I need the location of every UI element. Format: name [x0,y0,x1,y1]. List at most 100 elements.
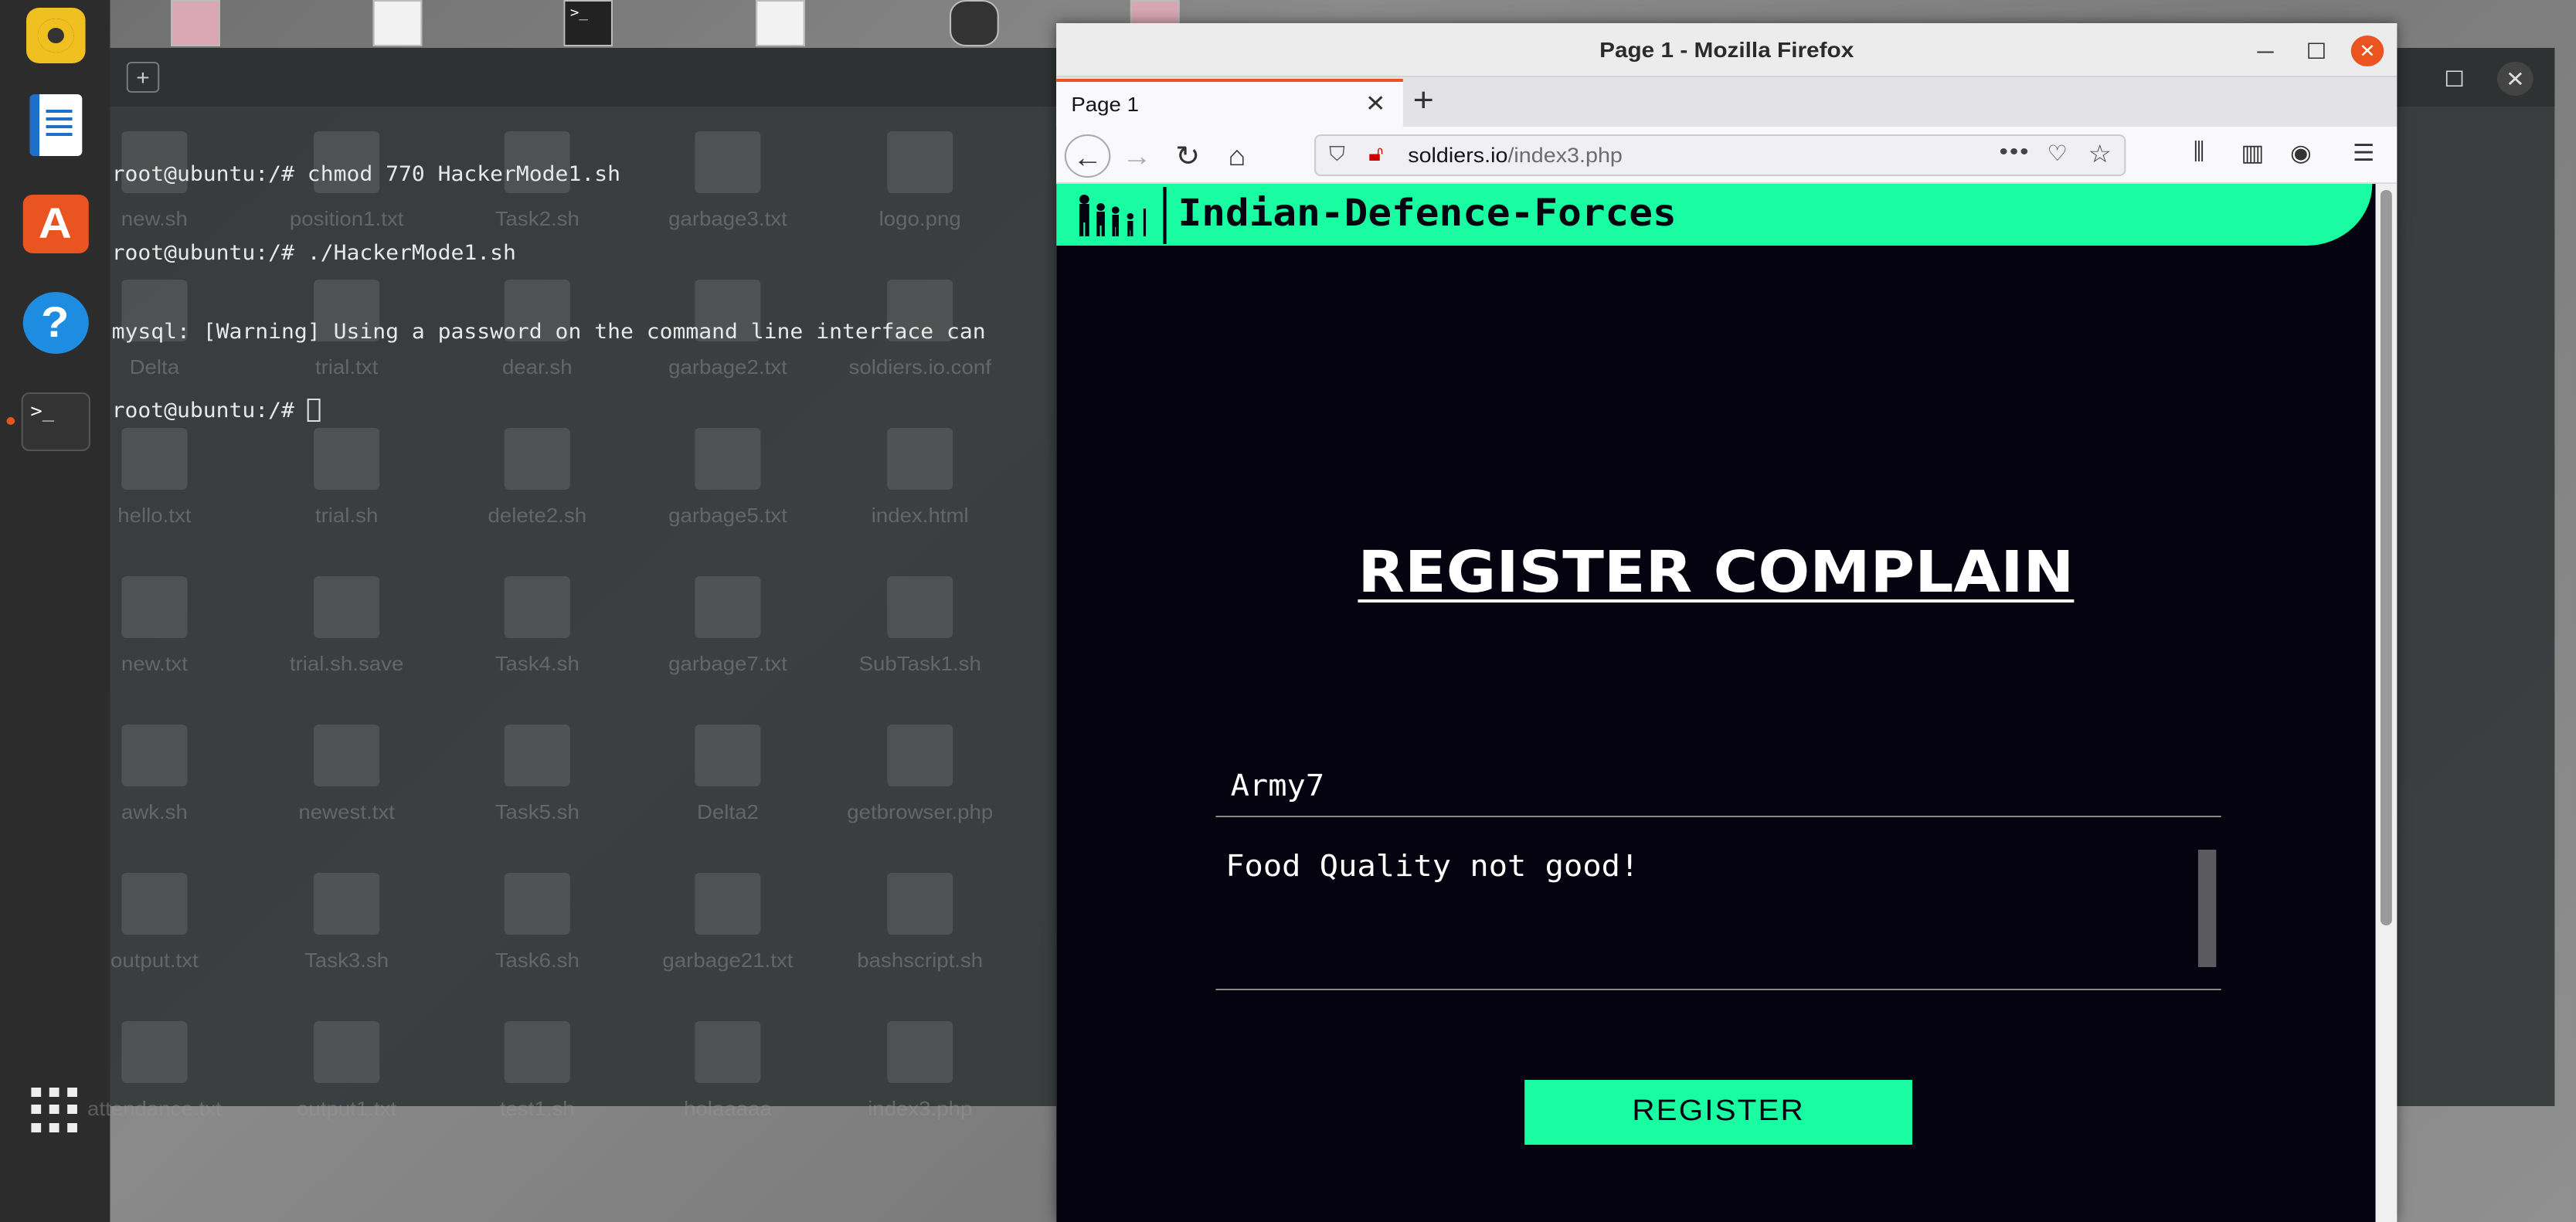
desktop-file-icon[interactable] [121,576,188,638]
desktop-file-icon[interactable] [887,576,953,638]
desktop-file-label: awk.sh [121,800,188,823]
desktop-file-icon[interactable] [314,725,380,786]
desktop-file-icon[interactable] [887,725,953,786]
terminal-prompt-line: root@ubuntu:/# [112,399,1057,425]
terminal-maximize-button[interactable]: ☐ [2436,62,2472,96]
register-button[interactable]: REGISTER [1524,1080,1912,1145]
desktop-file-icon[interactable] [887,1021,953,1083]
desktop-file-icon[interactable] [504,725,570,786]
form-title: REGISTER COMPLAIN [1358,539,2075,606]
terminal-close-button[interactable]: ✕ [2496,62,2534,96]
desktop-file-icon[interactable] [504,1021,570,1083]
dock-libreoffice-writer[interactable] [18,90,92,159]
page-scroll-thumb[interactable] [2380,190,2392,925]
pocket-icon[interactable]: ♡ [2047,141,2068,167]
insecure-lock-icon[interactable]: 🔓︎ [1368,141,1383,167]
firefox-titlebar[interactable]: Page 1 - Mozilla Firefox ─ ☐ ✕ [1056,23,2398,77]
desktop-file-label: index.html [871,504,969,527]
desktop-file-label: new.txt [121,652,188,675]
firefox-window[interactable]: Page 1 - Mozilla Firefox ─ ☐ ✕ Page 1 ✕ … [1056,23,2398,1222]
navigation-toolbar: ← → ↻ ⌂ ⛉ 🔓︎ soldiers.io/index3.php ••• … [1056,127,2398,184]
desktop-file-label: SubTask1.sh [858,652,981,675]
reload-icon[interactable]: ↻ [1165,134,1212,178]
dock-help[interactable]: ? [18,287,92,357]
desktop-file-icon[interactable] [121,725,188,786]
page-scrollbar[interactable] [2375,184,2398,1222]
dock-rhythmbox[interactable] [18,0,92,70]
tracking-shield-icon[interactable]: ⛉ [1329,142,1345,167]
desktop-thumbnail[interactable] [949,0,999,46]
desktop-file-label: trial.sh [314,504,379,527]
desktop-file-label: newest.txt [298,800,395,823]
dock: A ? >_ [0,0,110,1222]
desktop-file-icon[interactable] [887,873,953,935]
maximize-button[interactable]: ☐ [2300,36,2333,66]
desktop-file-icon[interactable] [504,873,570,935]
desktop-file-label: bashscript.sh [857,949,984,972]
desktop-file-label: Task6.sh [494,949,579,972]
terminal-icon: >_ [20,392,90,450]
url-bar[interactable]: ⛉ 🔓︎ soldiers.io/index3.php ••• ♡ ☆ [1314,134,2126,176]
url-host: soldiers.io [1408,144,1508,167]
url-text[interactable]: soldiers.io/index3.php [1408,144,1623,167]
page-actions-icon[interactable]: ••• [2000,139,2031,165]
desktop-file-icon[interactable] [121,873,188,935]
desktop-file-icon[interactable] [314,1021,380,1083]
desktop-file-label: Task3.sh [304,949,389,972]
terminal-line: root@ubuntu:/# ./HackerMode1.sh [111,243,516,266]
desktop-thumbnail[interactable] [372,0,423,46]
desktop-file-label: trial.sh.save [289,652,404,675]
complaint-textarea[interactable]: Food Quality not good! [1215,844,2221,990]
library-icon[interactable]: ⫼ [2194,139,2205,165]
desktop-file-label: index3.php [868,1097,973,1120]
desktop-file-label: output1.txt [297,1097,397,1120]
desktop-file-icon[interactable] [314,576,380,638]
document-writer-icon [29,93,82,155]
terminal-prompt: root@ubuntu:/# [111,400,308,423]
forward-icon[interactable]: → [1114,134,1161,178]
desktop-file-label: attendance.txt [87,1097,222,1120]
desktop-file-icon[interactable] [121,1021,188,1083]
back-icon[interactable]: ← [1064,134,1111,178]
desktop-thumbnail[interactable]: >_ [563,0,613,46]
desktop-thumbnail[interactable] [171,0,220,46]
screen: >_ A ? >_ + ☐ ✕ new.sh position1.txt Tas… [0,0,2576,1222]
desktop-file-label: hello.txt [117,504,192,527]
sidebar-icon[interactable]: ▥ [2241,139,2264,167]
rhythmbox-icon [25,7,85,63]
desktop-file-icon[interactable] [504,576,570,638]
textarea-scrollbar[interactable] [2197,850,2217,967]
desktop-file-label: holaaaaa [684,1097,772,1120]
minimize-button[interactable]: ─ [2249,36,2282,66]
terminal-output[interactable]: root@ubuntu:/# chmod 770 HackerMode1.sh … [112,110,1057,477]
dock-terminal[interactable]: >_ [18,386,92,456]
window-close-button[interactable]: ✕ [2350,36,2384,66]
web-page: Indian-Defence-Forces REGISTER COMPLAIN … [1056,184,2376,1222]
desktop-file-label: delete2.sh [488,504,587,527]
tab-page-1[interactable]: Page 1 ✕ [1056,79,1403,127]
site-header: Indian-Defence-Forces [1056,184,2373,246]
tab-close-icon[interactable]: ✕ [1365,90,1386,117]
desktop-file-label: output.txt [110,949,199,972]
active-app-indicator [6,417,15,425]
desktop-file-label: Task5.sh [494,800,579,823]
account-icon[interactable]: ◉ [2290,139,2312,167]
desktop-thumbnail[interactable] [756,0,805,46]
desktop-file-icon[interactable] [695,1021,761,1083]
soldier-name-input[interactable] [1215,755,2221,817]
desktop-file-icon[interactable] [695,873,761,935]
terminal-line: mysql: [Warning] Using a password on the… [111,321,986,345]
bookmark-star-icon[interactable]: ☆ [2088,139,2111,170]
desktop-file-label: garbage7.txt [668,652,787,675]
menu-icon[interactable]: ☰ [2353,139,2375,167]
desktop-file-icon[interactable] [695,576,761,638]
terminal-line: root@ubuntu:/# chmod 770 HackerMode1.sh [111,164,620,187]
desktop-file-label: Delta2 [696,800,759,823]
desktop-file-label: Task4.sh [494,652,579,675]
desktop-file-icon[interactable] [695,725,761,786]
desktop-file-icon[interactable] [314,873,380,935]
home-icon[interactable]: ⌂ [1214,134,1260,178]
desktop-file-label: garbage5.txt [668,504,787,527]
new-tab-icon[interactable]: + [1413,80,1434,121]
new-tab-button[interactable]: + [126,62,160,93]
